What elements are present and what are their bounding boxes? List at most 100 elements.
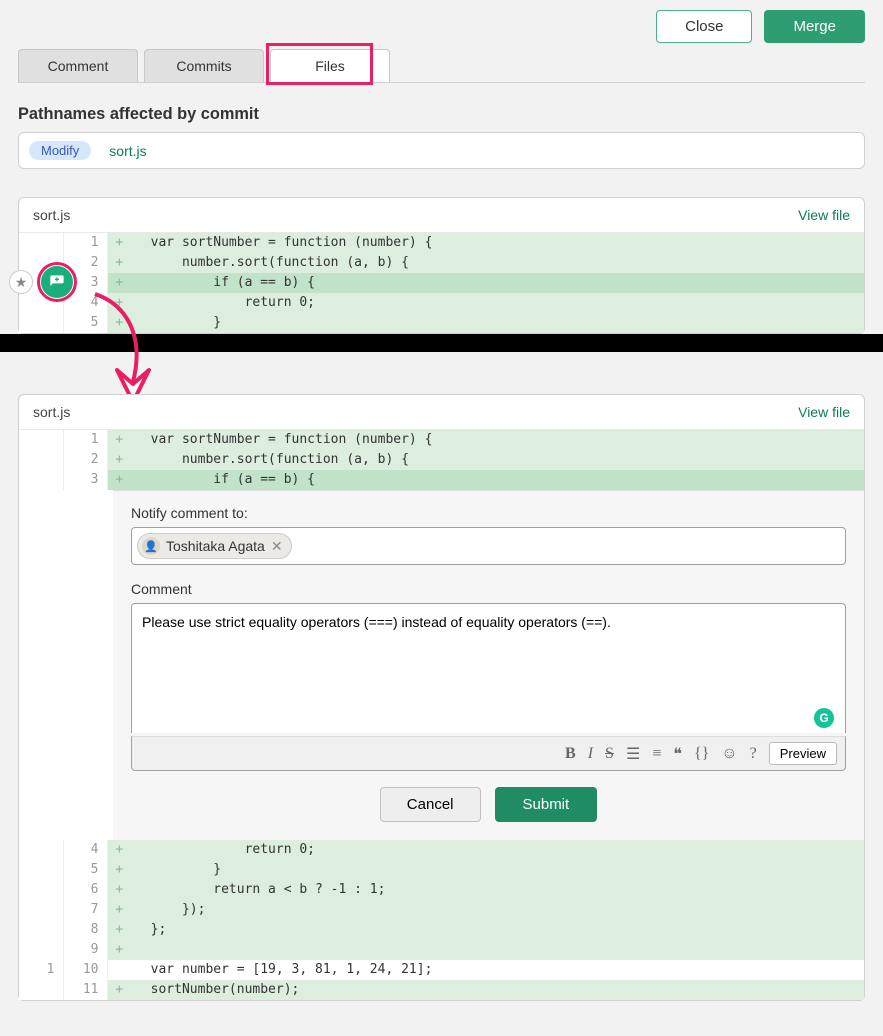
diff-line[interactable]: 4+ return 0; <box>19 840 864 860</box>
avatar-icon: 👤 <box>142 537 160 555</box>
line-number-old <box>19 450 63 470</box>
line-number-old <box>19 233 63 253</box>
tab-comment[interactable]: Comment <box>18 49 138 82</box>
diff-marker: + <box>107 880 131 900</box>
diff-marker: + <box>107 313 131 333</box>
diff-filename: sort.js <box>33 404 70 420</box>
code-content: var sortNumber = function (number) { <box>131 233 864 253</box>
notify-label: Notify comment to: <box>131 505 846 521</box>
tab-commits[interactable]: Commits <box>144 49 264 82</box>
line-number-old <box>19 470 63 490</box>
diff-line[interactable]: 1+ var sortNumber = function (number) { <box>19 233 864 253</box>
diff-marker: + <box>107 900 131 920</box>
diff-line[interactable]: 2+ number.sort(function (a, b) { <box>19 253 864 273</box>
pathnames-box: Modify sort.js <box>18 132 865 169</box>
chip-remove-icon[interactable]: ✕ <box>271 538 283 555</box>
line-number-new: 4 <box>63 293 107 313</box>
file-link[interactable]: sort.js <box>109 143 146 159</box>
cancel-button[interactable]: Cancel <box>380 787 481 822</box>
diff-line[interactable]: 5+ } <box>19 313 864 333</box>
strike-icon[interactable]: S <box>605 745 614 763</box>
line-number-old <box>19 900 63 920</box>
line-number-new: 8 <box>63 920 107 940</box>
diff-line[interactable]: 6+ return a < b ? -1 : 1; <box>19 880 864 900</box>
line-number-old <box>19 980 63 1000</box>
line-number-new: 1 <box>63 233 107 253</box>
line-number-new: 5 <box>63 313 107 333</box>
bullet-list-icon[interactable]: ☰ <box>626 744 640 764</box>
diff-line[interactable]: 110 var number = [19, 3, 81, 1, 24, 21]; <box>19 960 864 980</box>
add-comment-button[interactable] <box>41 266 73 298</box>
code-content <box>131 940 864 960</box>
code-content: } <box>131 860 864 880</box>
line-number-new: 5 <box>63 860 107 880</box>
code-content: if (a == b) { <box>131 470 864 490</box>
diff-marker: + <box>107 233 131 253</box>
view-file-link[interactable]: View file <box>798 404 850 420</box>
diff-line[interactable]: 11+ sortNumber(number); <box>19 980 864 1000</box>
diff-marker <box>107 960 131 980</box>
line-number-old <box>19 880 63 900</box>
diff-table: 4+ return 0;5+ }6+ return a < b ? -1 : 1… <box>19 840 864 1000</box>
merge-button[interactable]: Merge <box>764 10 865 43</box>
bold-icon[interactable]: B <box>565 745 576 763</box>
line-number-old <box>19 920 63 940</box>
code-content: number.sort(function (a, b) { <box>131 450 864 470</box>
line-number-old <box>19 940 63 960</box>
diff-marker: + <box>107 450 131 470</box>
tab-files[interactable]: Files <box>270 49 390 82</box>
diff-line[interactable]: 8+ }; <box>19 920 864 940</box>
diff-line[interactable]: 1+ var sortNumber = function (number) { <box>19 430 864 450</box>
line-number-old <box>19 313 63 333</box>
code-content: var sortNumber = function (number) { <box>131 430 864 450</box>
line-number-old <box>19 840 63 860</box>
line-number-new: 10 <box>63 960 107 980</box>
line-number-old <box>19 860 63 880</box>
italic-icon[interactable]: I <box>588 745 593 763</box>
user-chip[interactable]: 👤 Toshitaka Agata ✕ <box>137 533 292 559</box>
star-icon[interactable]: ★ <box>9 270 33 294</box>
code-content: sortNumber(number); <box>131 980 864 1000</box>
line-number-new: 3 <box>63 470 107 490</box>
diff-filename: sort.js <box>33 207 70 223</box>
comment-toolbar: B I S ☰ ≡ ❝ {} ☺ ? Preview <box>131 736 846 771</box>
diff-line[interactable]: 2+ number.sort(function (a, b) { <box>19 450 864 470</box>
quote-icon[interactable]: ❝ <box>673 744 682 764</box>
grammarly-icon: G <box>814 708 834 728</box>
diff-marker: + <box>107 980 131 1000</box>
preview-button[interactable]: Preview <box>769 742 837 765</box>
line-number-new: 9 <box>63 940 107 960</box>
diff-line[interactable]: 7+ }); <box>19 900 864 920</box>
notify-input[interactable]: 👤 Toshitaka Agata ✕ <box>131 527 846 565</box>
diff-line[interactable]: 3+ if (a == b) { <box>19 273 864 293</box>
code-content: return 0; <box>131 293 864 313</box>
diff-table: 1+ var sortNumber = function (number) {2… <box>19 430 864 490</box>
line-number-new: 2 <box>63 253 107 273</box>
numbered-list-icon[interactable]: ≡ <box>652 745 661 763</box>
submit-button[interactable]: Submit <box>495 787 598 822</box>
view-file-link[interactable]: View file <box>798 207 850 223</box>
diff-line[interactable]: 9+ <box>19 940 864 960</box>
code-content: var number = [19, 3, 81, 1, 24, 21]; <box>131 960 864 980</box>
diff-marker: + <box>107 940 131 960</box>
code-content: number.sort(function (a, b) { <box>131 253 864 273</box>
line-number-new: 11 <box>63 980 107 1000</box>
section-title: Pathnames affected by commit <box>18 105 865 124</box>
tabs: Comment Commits Files <box>18 49 865 83</box>
code-content: return 0; <box>131 840 864 860</box>
comment-textarea[interactable] <box>131 603 846 733</box>
separator-bar <box>0 334 883 352</box>
diff-table: 1+ var sortNumber = function (number) {2… <box>19 233 864 333</box>
line-number-new: 6 <box>63 880 107 900</box>
diff-line[interactable]: 5+ } <box>19 860 864 880</box>
line-number-old: 1 <box>19 960 63 980</box>
help-icon[interactable]: ? <box>750 745 757 763</box>
code-icon[interactable]: {} <box>694 745 709 763</box>
close-button[interactable]: Close <box>656 10 752 43</box>
emoji-icon[interactable]: ☺ <box>721 745 737 763</box>
diff-line[interactable]: 3+ if (a == b) { <box>19 470 864 490</box>
diff-line[interactable]: 4+ return 0; <box>19 293 864 313</box>
comment-label: Comment <box>131 581 846 597</box>
code-content: if (a == b) { <box>131 273 864 293</box>
inline-comment-form: Notify comment to: 👤 Toshitaka Agata ✕ C… <box>113 490 864 840</box>
